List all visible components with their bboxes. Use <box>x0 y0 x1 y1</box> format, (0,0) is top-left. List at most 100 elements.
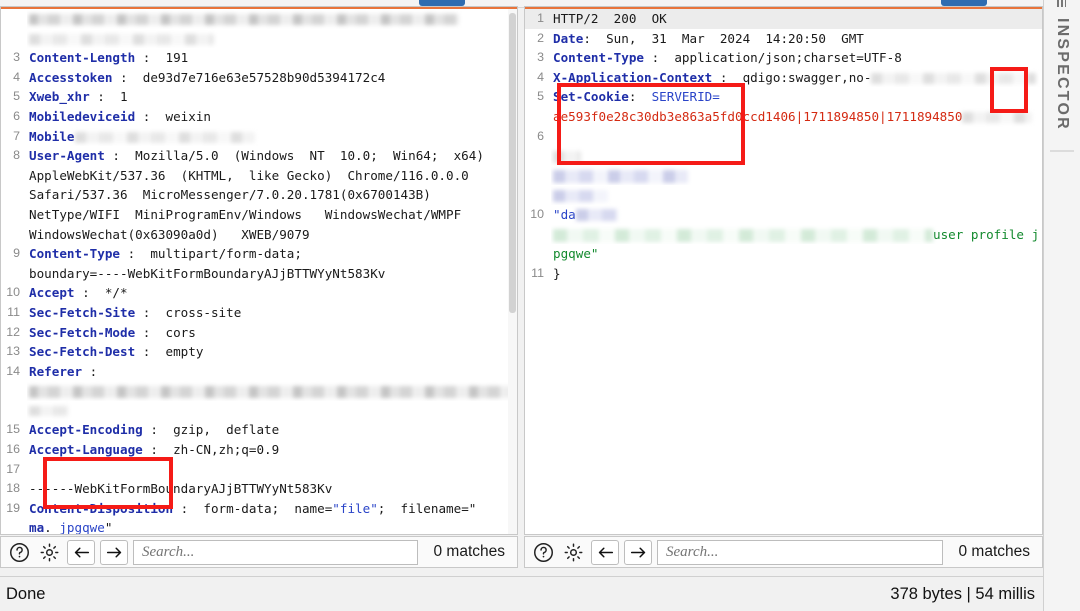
line-number: 10 <box>530 206 544 221</box>
response-code-view[interactable]: 1 HTTP/2 200 OK 2 Date: Sun, 31 Mar 2024 14… <box>525 9 1042 534</box>
code-token: User-Agent <box>29 148 105 164</box>
gear-icon[interactable] <box>561 540 586 565</box>
code-line: 11} <box>525 264 1042 284</box>
gear-icon[interactable] <box>37 540 62 565</box>
request-code-view[interactable]: 3 Content-Length : 191 4 Accesstoken : de93… <box>1 9 517 534</box>
code-line: ma. jpgqwe" <box>1 518 517 535</box>
code-token: : 191 <box>135 50 189 66</box>
code-line-text: pgqwe" <box>551 244 1042 264</box>
search-next-button[interactable] <box>624 539 652 565</box>
code-line-text: Content-Type : multipart/form-data; <box>27 244 517 264</box>
code-token: boundary=----WebKitFormBoundaryAJjBTTWYy… <box>29 265 386 281</box>
code-line-text: Sec-Fetch-Dest : empty <box>27 342 517 362</box>
code-token: HTTP/2 200 OK <box>553 11 667 26</box>
code-line: 10 Accept : */* <box>1 283 517 303</box>
line-number: 18 <box>6 481 20 496</box>
code-line: 8 User-Agent : Mozilla/5.0 (Windows NT 10… <box>1 146 517 166</box>
line-number: 3 <box>13 50 20 65</box>
code-token: : multipart/form-data; <box>120 246 302 262</box>
code-line-text <box>27 9 517 29</box>
question-circle-icon[interactable] <box>531 540 556 565</box>
request-search-bar: 0 matches <box>0 536 518 568</box>
line-number: 12 <box>6 324 20 339</box>
code-line: 5 Xweb_xhr : 1 <box>1 87 517 107</box>
code-line: 13 Sec-Fetch-Dest : empty <box>1 342 517 362</box>
search-prev-button[interactable] <box>67 539 95 565</box>
response-search-input[interactable] <box>657 539 944 565</box>
line-number: 5 <box>537 89 544 104</box>
inspector-rail-label[interactable]: INSPECTOR <box>1053 18 1071 131</box>
code-token: AppleWebKit/537.36 (KHTML, like Gecko) C… <box>29 167 469 183</box>
code-line: 3 Content-Type : application/json;charset… <box>525 48 1042 68</box>
code-line: 6 Mobiledeviceid : weixin <box>1 107 517 127</box>
status-right-text: 378 bytes | 54 millis <box>890 584 1035 603</box>
code-line-text: Content-Disposition : form-data; name="f… <box>27 499 517 519</box>
code-line: 3 Content-Length : 191 <box>1 48 517 68</box>
response-search-bar: 0 matches <box>524 536 1043 568</box>
question-circle-icon[interactable] <box>7 540 32 565</box>
code-line-text: "da <box>551 205 1042 225</box>
code-line-text <box>551 166 1042 186</box>
status-left-text: Done <box>6 584 46 603</box>
response-search-matches: 0 matches <box>958 543 1030 560</box>
code-line: NetType/WIFI MiniProgramEnv/Windows Wind… <box>1 205 517 225</box>
redacted-text-block <box>29 385 517 398</box>
code-line: 17 <box>1 460 517 480</box>
code-line-text <box>27 29 517 49</box>
code-token: . <box>44 520 60 535</box>
request-search-input[interactable] <box>133 539 419 565</box>
code-token: Content-Type <box>553 50 644 66</box>
line-number: 16 <box>6 442 20 457</box>
line-number: 7 <box>13 128 20 143</box>
message-panels: 3 Content-Length : 191 4 Accesstoken : de93… <box>0 6 1043 535</box>
code-token: jpgqwe <box>59 520 105 535</box>
code-token: NetType/WIFI MiniProgramEnv/Windows Wind… <box>29 206 462 222</box>
code-token: user profile <box>933 226 1024 242</box>
code-token: WindowsWechat(0x63090a0d) XWEB/9079 <box>29 226 310 242</box>
code-token: "file" <box>332 500 378 516</box>
code-token: : */* <box>74 285 128 301</box>
line-number: 13 <box>6 344 20 359</box>
line-number: 6 <box>537 128 544 143</box>
code-token: X-Application-Context <box>553 69 713 85</box>
code-token: "da <box>553 206 576 222</box>
search-prev-button[interactable] <box>591 539 619 565</box>
redacted-text-block <box>553 189 608 202</box>
inspector-rail[interactable]: INSPECTOR <box>1043 0 1080 611</box>
code-token: Content-Disposition <box>29 500 174 516</box>
drag-handle-icon[interactable] <box>1057 0 1066 7</box>
code-token: : de93d7e716e63e57528b90d5394172c4 <box>112 69 386 85</box>
code-line: 14 Referer : <box>1 362 517 382</box>
code-line: 7 Mobile <box>1 127 517 147</box>
code-line-text: ma. jpgqwe" <box>27 518 517 535</box>
redacted-text-block <box>29 33 214 45</box>
code-token: : empty <box>135 344 204 360</box>
code-line-text: HTTP/2 200 OK <box>551 9 1042 29</box>
code-line <box>1 9 517 29</box>
code-line: 1 HTTP/2 200 OK <box>525 9 1042 29</box>
code-line: 16 Accept-Language : zh-CN,zh;q=0.9 <box>1 440 517 460</box>
code-token: Sec-Fetch-Mode <box>29 324 136 340</box>
request-scrollbar-thumb[interactable] <box>509 13 516 313</box>
code-line-text: Content-Type : application/json;charset=… <box>551 48 1042 68</box>
code-token: Date <box>553 30 584 46</box>
code-line-text <box>551 185 1042 205</box>
search-next-button[interactable] <box>100 539 128 565</box>
line-number: 11 <box>7 304 20 319</box>
line-number: 6 <box>13 108 20 123</box>
line-number: 1 <box>537 11 544 25</box>
code-line-text: Mobile <box>27 127 517 147</box>
code-line-text: Accept-Encoding : gzip, deflate <box>27 420 517 440</box>
request-vertical-scrollbar[interactable] <box>508 9 517 534</box>
rail-divider <box>1050 150 1074 152</box>
code-line: 9 Content-Type : multipart/form-data; <box>1 244 517 264</box>
code-token: Accept-Language <box>29 442 143 458</box>
code-token: ------WebKitFormBoundaryAJjBTTWYyNt583Kv <box>29 481 333 497</box>
code-line <box>525 185 1042 205</box>
line-number: 10 <box>6 285 20 300</box>
code-line: AppleWebKit/537.36 (KHTML, like Gecko) C… <box>1 166 517 186</box>
code-token: : 1 <box>89 89 128 105</box>
redacted-text-block <box>74 131 255 143</box>
code-token: ma <box>29 520 45 535</box>
code-token: SERVERID= <box>651 89 720 105</box>
